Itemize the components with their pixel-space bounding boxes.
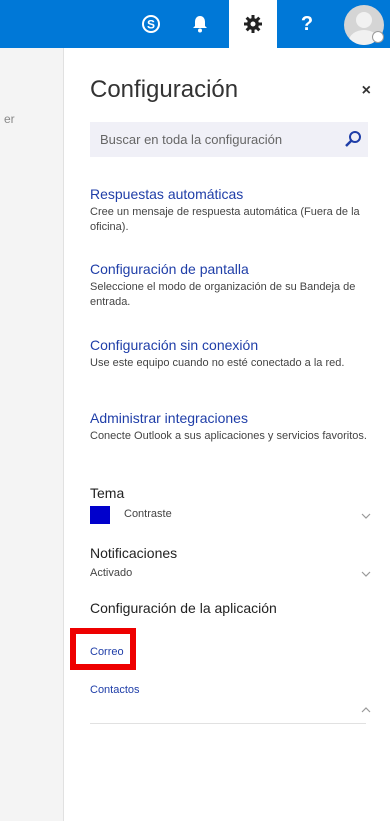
chevron-up-icon[interactable]	[361, 705, 371, 715]
app-settings-heading: Configuración de la aplicación	[90, 600, 277, 616]
divider	[90, 723, 366, 724]
offline-settings-description: Use este equipo cuando no esté conectado…	[90, 357, 345, 369]
bell-icon	[193, 16, 207, 33]
svg-text:S: S	[147, 18, 155, 32]
section-automatic-replies: Respuestas automáticas Cree un mensaje d…	[90, 186, 370, 235]
gear-icon	[244, 15, 262, 33]
skype-button[interactable]: S	[127, 0, 175, 48]
panel-title: Configuración	[90, 76, 239, 103]
chevron-down-icon[interactable]	[361, 511, 371, 521]
mail-settings-link[interactable]: Correo	[90, 646, 124, 658]
chevron-down-icon[interactable]	[361, 569, 371, 579]
help-icon: ?	[300, 12, 314, 35]
top-bar: S ?	[0, 0, 390, 48]
manage-integrations-link[interactable]: Administrar integraciones	[90, 410, 370, 426]
contacts-settings-link[interactable]: Contactos	[90, 684, 140, 696]
skype-icon: S	[142, 15, 160, 33]
presence-status-icon	[372, 31, 384, 43]
background-mail-pane: er	[0, 48, 63, 821]
display-settings-link[interactable]: Configuración de pantalla	[90, 261, 370, 277]
offline-settings-link[interactable]: Configuración sin conexión	[90, 337, 370, 353]
search-input[interactable]	[100, 122, 330, 157]
section-manage-integrations: Administrar integraciones Conecte Outloo…	[90, 410, 370, 444]
search-icon[interactable]	[344, 130, 362, 148]
help-button[interactable]: ?	[283, 0, 331, 48]
theme-value: Contraste	[124, 508, 172, 520]
avatar-head	[356, 12, 372, 28]
settings-search-box	[90, 122, 368, 157]
close-icon[interactable]: ×	[362, 82, 371, 100]
notifications-button[interactable]	[176, 0, 224, 48]
section-offline-settings: Configuración sin conexión Use este equi…	[90, 337, 370, 371]
theme-heading: Tema	[90, 485, 125, 501]
section-display-settings: Configuración de pantalla Seleccione el …	[90, 261, 370, 310]
settings-panel: Configuración × Respuestas automáticas C…	[63, 48, 390, 821]
display-settings-description: Seleccione el modo de organización de su…	[90, 281, 356, 308]
truncated-text: er	[4, 112, 15, 126]
notifications-heading: Notificaciones	[90, 545, 178, 561]
theme-color-swatch[interactable]	[90, 506, 110, 524]
automatic-replies-description: Cree un mensaje de respuesta automática …	[90, 206, 360, 233]
notifications-value: Activado	[90, 567, 133, 579]
automatic-replies-link[interactable]: Respuestas automáticas	[90, 186, 370, 202]
manage-integrations-description: Conecte Outlook a sus aplicaciones y ser…	[90, 430, 367, 442]
settings-button[interactable]	[229, 0, 277, 48]
